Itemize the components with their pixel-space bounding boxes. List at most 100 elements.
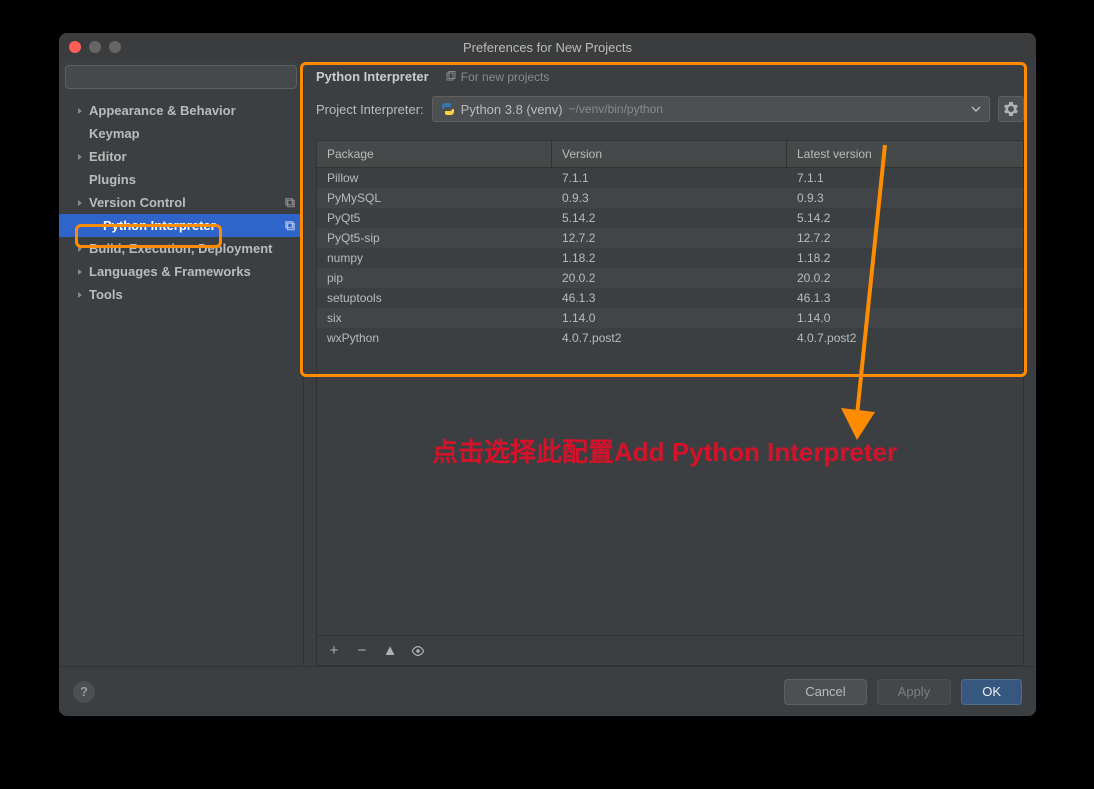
remove-package-button[interactable]: − [355,644,369,658]
sidebar-item-label: Plugins [89,172,136,187]
copy-icon [445,71,457,83]
expand-arrow-icon [75,244,85,254]
sidebar-item[interactable]: Version Control ⧉ [59,191,303,214]
apply-button: Apply [877,679,952,705]
table-body: Pillow7.1.17.1.1PyMySQL0.9.30.9.3PyQt55.… [317,168,1023,635]
maximize-window-button[interactable] [109,41,121,53]
project-scope-icon: ⧉ [285,194,295,211]
panel-title: Python Interpreter [316,69,429,84]
add-package-button[interactable]: + [327,644,341,658]
interpreter-settings-button[interactable] [998,96,1024,122]
table-toolbar: + − ▲ [317,635,1023,665]
dialog-footer: ? Cancel Apply OK [59,666,1036,716]
main-panel: Python Interpreter For new projects Proj… [304,61,1036,666]
table-cell: 0.9.3 [552,191,787,205]
interpreter-name: Python 3.8 (venv) [461,102,563,117]
sidebar-item-label: Languages & Frameworks [89,264,251,279]
column-version[interactable]: Version [552,141,787,167]
table-cell: 4.0.7.post2 [787,331,1023,345]
table-cell: 1.14.0 [787,311,1023,325]
expand-arrow-icon [75,290,85,300]
table-row[interactable]: PyMySQL0.9.30.9.3 [317,188,1023,208]
sidebar-item[interactable]: Build, Execution, Deployment [59,237,303,260]
sidebar-item-label: Tools [89,287,123,302]
table-cell: 5.14.2 [787,211,1023,225]
sidebar-item-label: Python Interpreter [103,218,216,233]
expand-arrow-icon [75,267,85,277]
table-row[interactable]: numpy1.18.21.18.2 [317,248,1023,268]
interpreter-label: Project Interpreter: [316,102,424,117]
table-cell: 7.1.1 [552,171,787,185]
sidebar-item[interactable]: Editor [59,145,303,168]
close-window-button[interactable] [69,41,81,53]
traffic-lights [69,41,121,53]
table-cell: wxPython [317,331,552,345]
cancel-button[interactable]: Cancel [784,679,866,705]
show-early-releases-button[interactable] [411,644,425,658]
column-package[interactable]: Package [317,141,552,167]
table-cell: PyMySQL [317,191,552,205]
column-latest[interactable]: Latest version [787,141,1023,167]
sidebar-item[interactable]: Plugins [59,168,303,191]
table-cell: 4.0.7.post2 [552,331,787,345]
table-cell: numpy [317,251,552,265]
table-cell: 1.14.0 [552,311,787,325]
table-cell: 46.1.3 [787,291,1023,305]
interpreter-path: ~/venv/bin/python [569,102,663,116]
sidebar-item-label: Editor [89,149,127,164]
python-icon [441,102,455,116]
sidebar-item-label: Build, Execution, Deployment [89,241,272,256]
table-cell: 12.7.2 [787,231,1023,245]
table-row[interactable]: PyQt5-sip12.7.212.7.2 [317,228,1023,248]
table-cell: Pillow [317,171,552,185]
sidebar-item[interactable]: Keymap [59,122,303,145]
chevron-down-icon [971,104,981,114]
table-cell: 1.18.2 [787,251,1023,265]
table-row[interactable]: Pillow7.1.17.1.1 [317,168,1023,188]
table-cell: 0.9.3 [787,191,1023,205]
interpreter-row: Project Interpreter: Python 3.8 (venv) ~… [304,90,1036,128]
table-row[interactable]: six1.14.01.14.0 [317,308,1023,328]
gear-icon [1003,101,1019,117]
table-row[interactable]: PyQt55.14.25.14.2 [317,208,1023,228]
table-row[interactable]: pip20.0.220.0.2 [317,268,1023,288]
sidebar-item[interactable]: Tools [59,283,303,306]
minimize-window-button[interactable] [89,41,101,53]
packages-table: Package Version Latest version Pillow7.1… [316,140,1024,666]
expand-arrow-icon [75,106,85,116]
table-cell: 7.1.1 [787,171,1023,185]
ok-button[interactable]: OK [961,679,1022,705]
window-title: Preferences for New Projects [463,40,632,55]
table-row[interactable]: wxPython4.0.7.post24.0.7.post2 [317,328,1023,348]
expand-arrow-icon [75,198,85,208]
titlebar: Preferences for New Projects [59,33,1036,61]
help-button[interactable]: ? [73,681,95,703]
search-input[interactable] [65,65,297,89]
panel-header: Python Interpreter For new projects [304,61,1036,90]
sidebar-item-label: Appearance & Behavior [89,103,236,118]
dialog-body: Appearance & Behavior Keymap Editor Plugins… [59,61,1036,666]
interpreter-dropdown[interactable]: Python 3.8 (venv) ~/venv/bin/python [432,96,990,122]
expand-arrow-icon [75,152,85,162]
table-cell: PyQt5 [317,211,552,225]
sidebar-item-label: Version Control [89,195,186,210]
table-row[interactable]: setuptools46.1.346.1.3 [317,288,1023,308]
table-cell: PyQt5-sip [317,231,552,245]
upgrade-package-button[interactable]: ▲ [383,644,397,658]
table-header: Package Version Latest version [317,141,1023,168]
sidebar-item[interactable]: Python Interpreter ⧉ [59,214,303,237]
table-cell: setuptools [317,291,552,305]
sidebar: Appearance & Behavior Keymap Editor Plugins… [59,61,304,666]
table-cell: 20.0.2 [552,271,787,285]
table-cell: six [317,311,552,325]
table-cell: 5.14.2 [552,211,787,225]
eye-icon [411,645,425,657]
project-scope-icon: ⧉ [285,217,295,234]
sidebar-item[interactable]: Languages & Frameworks [59,260,303,283]
search-box [65,65,297,89]
sidebar-item[interactable]: Appearance & Behavior [59,99,303,122]
table-cell: 46.1.3 [552,291,787,305]
sidebar-item-label: Keymap [89,126,140,141]
panel-subtitle: For new projects [445,70,550,84]
preferences-window: Preferences for New Projects Appearance … [59,33,1036,716]
